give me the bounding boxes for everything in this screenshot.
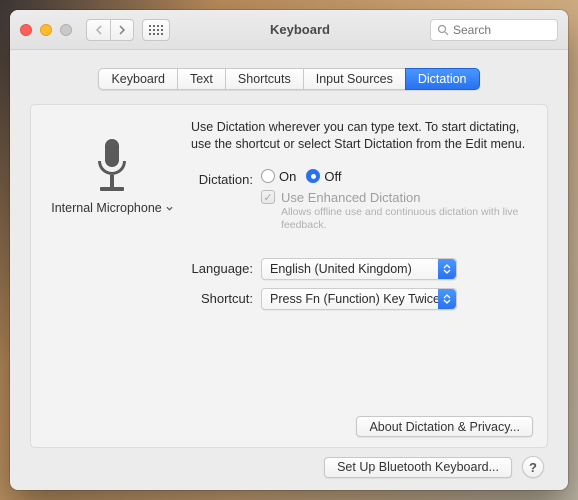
radio-off-indicator [306,169,320,183]
radio-off-label: Off [324,169,341,184]
panel-footer: About Dictation & Privacy... [356,416,533,437]
preferences-window: Keyboard Keyboard Text Shortcuts Input S… [10,10,568,490]
enhanced-dictation-group: ✓ Use Enhanced Dictation Allows offline … [261,190,531,232]
chevron-left-icon [95,25,103,35]
window-title: Keyboard [178,22,422,37]
radio-on-indicator [261,169,275,183]
help-button[interactable]: ? [522,456,544,478]
language-row: Language: English (United Kingdom) [191,258,531,280]
microphone-source-dropdown[interactable]: Internal Microphone [51,201,172,215]
intro-text: Use Dictation wherever you can type text… [191,119,531,153]
search-input[interactable] [453,23,551,37]
titlebar: Keyboard [10,10,568,50]
chevron-right-icon [118,25,126,35]
enhanced-dictation-description: Allows offline use and continuous dictat… [281,206,531,232]
search-field[interactable] [430,19,558,41]
radio-on[interactable]: On [261,169,296,184]
settings-column: Use Dictation wherever you can type text… [191,119,531,435]
traffic-lights [20,24,72,36]
tab-keyboard[interactable]: Keyboard [98,68,177,90]
chevron-down-icon [166,206,173,211]
shortcut-value: Press Fn (Function) Key Twice [270,292,440,306]
content-area: Keyboard Text Shortcuts Input Sources Di… [10,50,568,490]
dictation-label: Dictation: [191,169,261,187]
shortcut-row: Shortcut: Press Fn (Function) Key Twice [191,288,531,310]
forward-button[interactable] [110,19,134,41]
dictation-toggle-row: Dictation: On Off [191,169,531,232]
microphone-icon [88,137,136,197]
shortcut-label: Shortcut: [191,288,261,306]
shortcut-select[interactable]: Press Fn (Function) Key Twice [261,288,457,310]
window-footer: Set Up Bluetooth Keyboard... ? [30,448,548,478]
tab-dictation[interactable]: Dictation [405,68,480,90]
language-label: Language: [191,258,261,276]
back-button[interactable] [86,19,110,41]
setup-bluetooth-button[interactable]: Set Up Bluetooth Keyboard... [324,457,512,478]
enhanced-dictation-label: Use Enhanced Dictation [281,190,420,205]
minimize-window-button[interactable] [40,24,52,36]
language-value: English (United Kingdom) [270,262,412,276]
grid-icon [149,25,163,35]
tab-input-sources[interactable]: Input Sources [303,68,405,90]
about-dictation-button[interactable]: About Dictation & Privacy... [356,416,533,437]
tab-shortcuts[interactable]: Shortcuts [225,68,303,90]
select-arrows-icon [438,289,456,309]
select-arrows-icon [438,259,456,279]
radio-on-label: On [279,169,296,184]
enhanced-dictation-checkbox[interactable]: ✓ [261,190,275,204]
nav-buttons [86,19,134,41]
tab-text[interactable]: Text [177,68,225,90]
tab-bar: Keyboard Text Shortcuts Input Sources Di… [30,68,548,90]
close-window-button[interactable] [20,24,32,36]
dictation-panel: Internal Microphone Use Dictation wherev… [30,104,548,448]
segmented-tabs: Keyboard Text Shortcuts Input Sources Di… [98,68,479,90]
zoom-window-button[interactable] [60,24,72,36]
microphone-column: Internal Microphone [47,119,177,435]
language-select[interactable]: English (United Kingdom) [261,258,457,280]
microphone-source-label: Internal Microphone [51,201,161,215]
radio-off[interactable]: Off [306,169,341,184]
dictation-radio-group: On Off [261,169,531,184]
search-icon [437,24,449,36]
show-all-button[interactable] [142,19,170,41]
